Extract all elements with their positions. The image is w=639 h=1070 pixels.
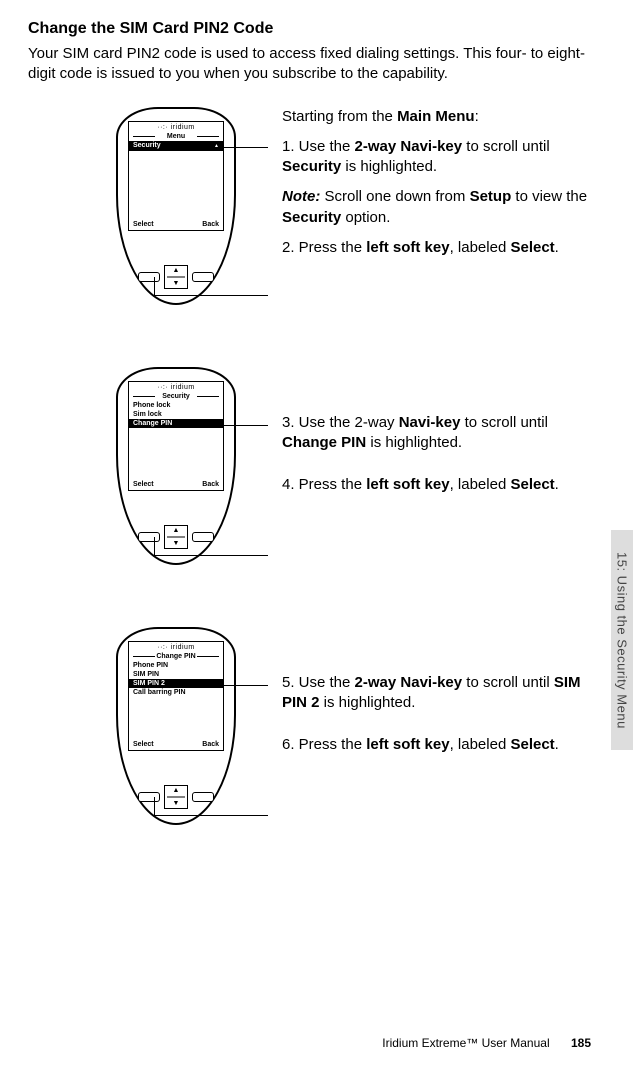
page-heading: Change the SIM Card PIN2 Code <box>28 20 591 38</box>
phone-illustration-3: iridium Change PIN Phone PIN SIM PIN SIM… <box>116 627 236 827</box>
menu-item-label: Security <box>133 141 161 150</box>
softkey-left-label: Select <box>133 741 154 748</box>
softkey-right-label: Back <box>202 221 219 228</box>
screen-title: Change PIN <box>129 653 223 660</box>
menu-item-highlighted: Change PIN <box>129 419 223 428</box>
phone-illustration-1: iridium Menu Security Select Back <box>116 107 236 307</box>
menu-item: Phone lock <box>129 401 223 410</box>
menu-item-label: SIM PIN 2 <box>133 679 165 688</box>
right-soft-key <box>192 272 214 282</box>
navi-key <box>164 265 188 289</box>
softkey-right-label: Back <box>202 741 219 748</box>
softkey-left-label: Select <box>133 481 154 488</box>
brand-label: iridium <box>129 124 223 131</box>
side-tab-label: 15: Using the Security Menu <box>615 552 630 729</box>
screen-title: Security <box>129 393 223 400</box>
menu-item-label: Change PIN <box>133 419 172 428</box>
phone-illustration-2: iridium Security Phone lock Sim lock Cha… <box>116 367 236 567</box>
step-3: 3. Use the 2-way Navi-key to scroll unti… <box>282 413 591 454</box>
step-block-1: iridium Menu Security Select Back <box>28 107 591 307</box>
navi-key <box>164 525 188 549</box>
menu-item-highlighted: Security <box>129 141 223 151</box>
menu-item: Phone PIN <box>129 661 223 670</box>
section-side-tab: 15: Using the Security Menu <box>611 530 633 750</box>
menu-item: SIM PIN <box>129 670 223 679</box>
page-footer: Iridium Extreme™ User Manual 185 <box>382 1036 591 1050</box>
step-2: 2. Press the left soft key, labeled Sele… <box>282 238 591 258</box>
step-block-3: iridium Change PIN Phone PIN SIM PIN SIM… <box>28 627 591 827</box>
menu-item: Sim lock <box>129 410 223 419</box>
step-5: 5. Use the 2-way Navi-key to scroll unti… <box>282 673 591 714</box>
step-6: 6. Press the left soft key, labeled Sele… <box>282 735 591 755</box>
scroll-up-icon <box>214 141 219 151</box>
left-soft-key <box>138 792 160 802</box>
softkey-left-label: Select <box>133 221 154 228</box>
brand-label: iridium <box>129 384 223 391</box>
screen-title: Menu <box>129 133 223 140</box>
step-4: 4. Press the left soft key, labeled Sele… <box>282 475 591 495</box>
step-1: 1. Use the 2-way Navi-key to scroll unti… <box>282 137 591 178</box>
brand-label: iridium <box>129 644 223 651</box>
note: Note: Scroll one down from Setup to view… <box>282 187 591 228</box>
left-soft-key <box>138 272 160 282</box>
step-block-2: iridium Security Phone lock Sim lock Cha… <box>28 367 591 567</box>
left-soft-key <box>138 532 160 542</box>
menu-item-highlighted: SIM PIN 2 <box>129 679 223 688</box>
right-soft-key <box>192 532 214 542</box>
footer-title: Iridium Extreme™ User Manual <box>382 1036 549 1050</box>
navi-key <box>164 785 188 809</box>
right-soft-key <box>192 792 214 802</box>
menu-item: Call barring PIN <box>129 688 223 697</box>
intro-paragraph: Your SIM card PIN2 code is used to acces… <box>28 44 588 85</box>
start-line: Starting from the Main Menu: <box>282 107 591 127</box>
softkey-right-label: Back <box>202 481 219 488</box>
page-number: 185 <box>571 1036 591 1050</box>
